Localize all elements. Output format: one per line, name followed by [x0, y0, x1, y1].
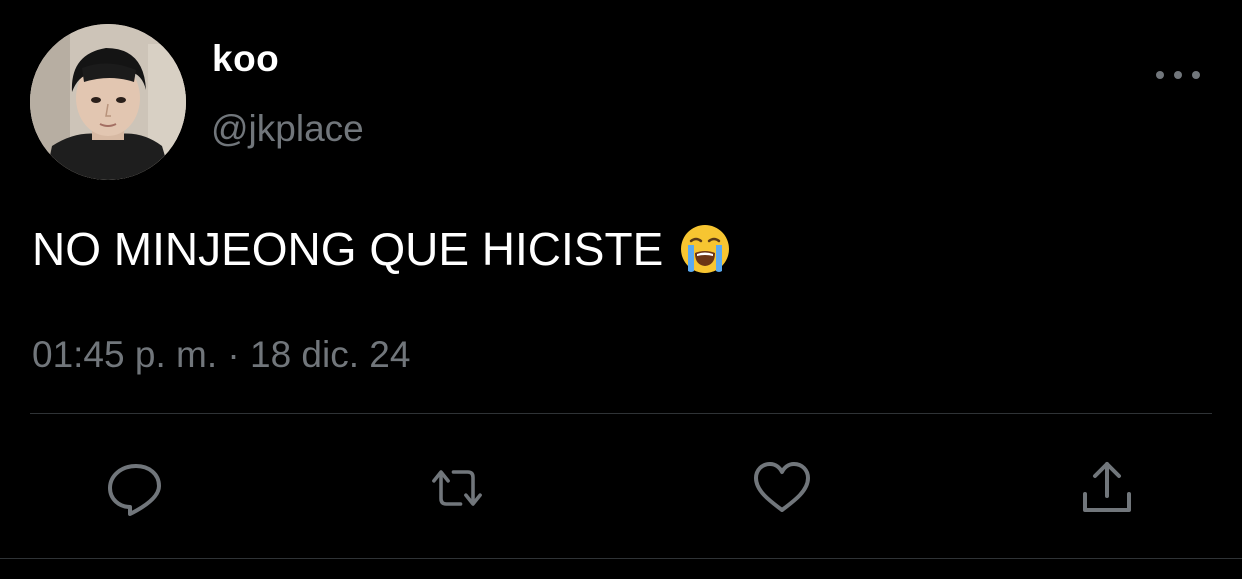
heart-icon: [754, 462, 810, 512]
divider: [30, 413, 1212, 414]
more-options-icon[interactable]: [1156, 60, 1200, 90]
display-name[interactable]: koo: [212, 38, 279, 80]
reply-button[interactable]: [104, 456, 168, 520]
more-dot: [1156, 71, 1164, 79]
retweet-button[interactable]: [425, 456, 489, 520]
avatar-photo: [30, 24, 186, 180]
share-button[interactable]: [1075, 456, 1139, 520]
loudly-crying-face-icon: [679, 223, 731, 275]
like-button[interactable]: [750, 456, 814, 520]
user-handle[interactable]: @jkplace: [211, 108, 364, 150]
retweet-icon: [432, 470, 482, 506]
tweet-text: NO MINJEONG QUE HICISTE: [32, 222, 731, 276]
tweet-detail: koo @jkplace NO MINJEONG QUE HICISTE 01:…: [0, 0, 1242, 579]
tweet-timestamp: 01:45 p. m. · 18 dic. 24: [32, 334, 411, 375]
more-dot: [1192, 71, 1200, 79]
more-dot: [1174, 71, 1182, 79]
share-icon: [1083, 462, 1131, 512]
avatar[interactable]: [30, 24, 186, 180]
divider-bottom: [0, 558, 1242, 559]
reply-bubble-icon: [108, 464, 161, 516]
tweet-text-content: NO MINJEONG QUE HICISTE: [32, 223, 664, 275]
